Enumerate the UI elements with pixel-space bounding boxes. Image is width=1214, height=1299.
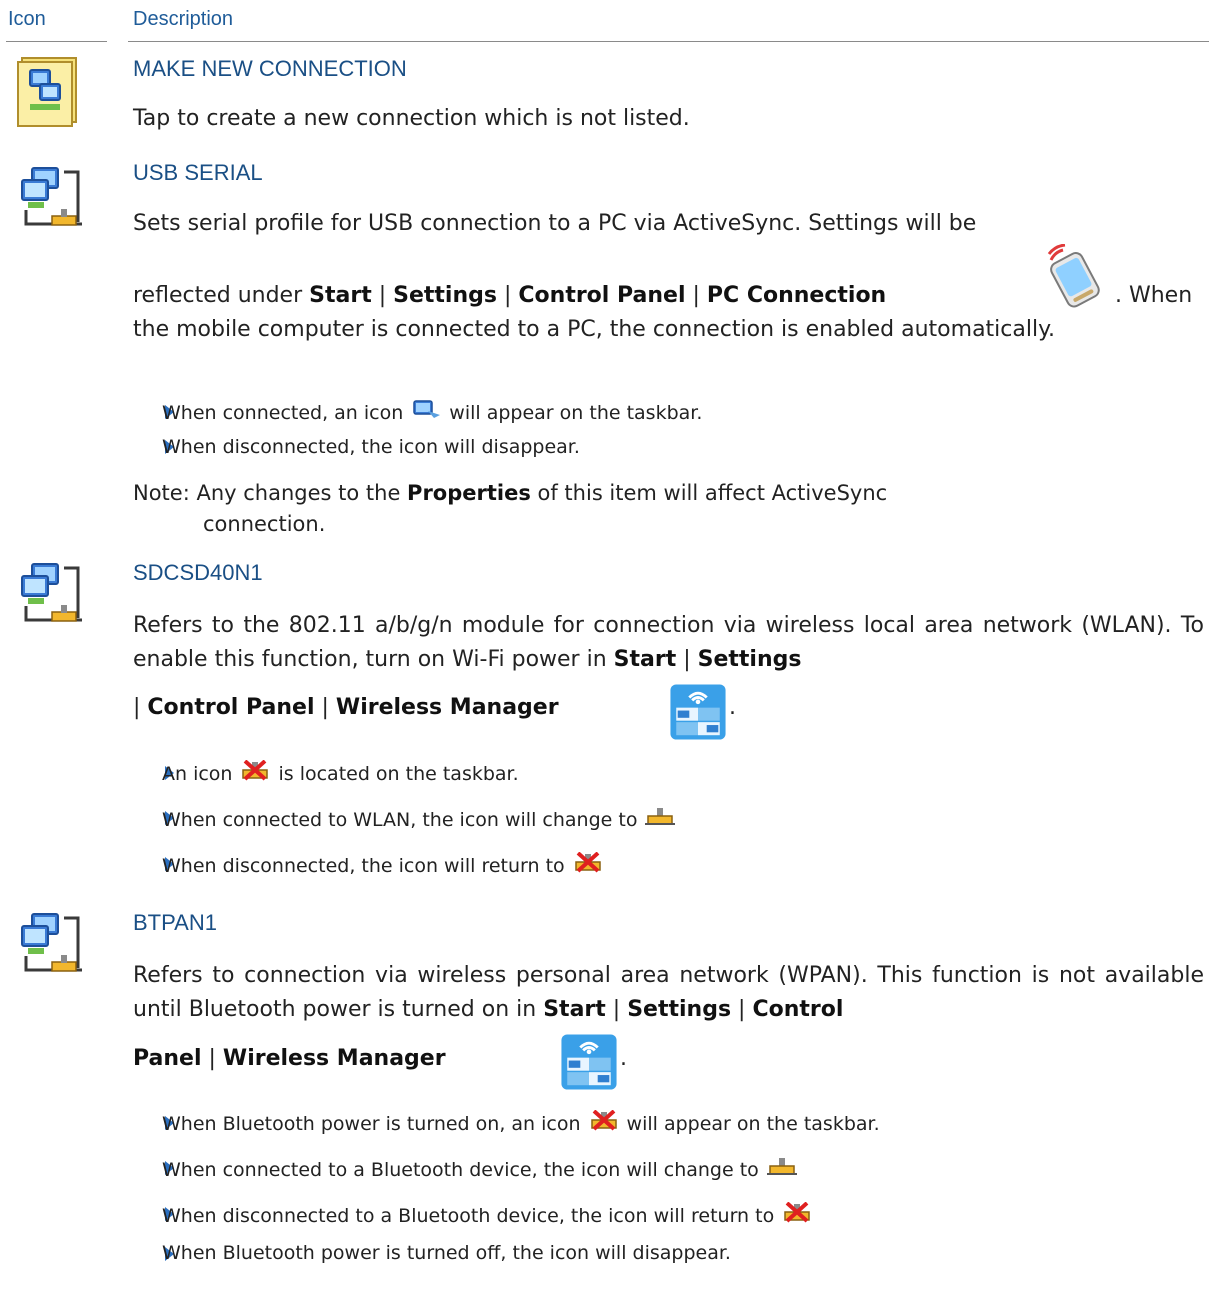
section-title-make-new-connection: MAKE NEW CONNECTION <box>133 56 407 81</box>
header-divider-description-column <box>128 41 1209 42</box>
usb-bullet-connected: When connected, an icon will appear on t… <box>162 399 702 426</box>
usb-note-line-1: Note: Any changes to the Properties of t… <box>133 481 888 505</box>
btpan-bullet-connected: When connected to a Bluetooth device, th… <box>162 1156 805 1183</box>
network-connection-icon <box>18 910 90 987</box>
section-title-sdcsd40n1: SDCSD40N1 <box>133 560 263 585</box>
usb-serial-description-line-2-end: . When <box>1115 283 1193 308</box>
taskbar-disconnected-icon <box>589 1110 619 1137</box>
taskbar-disconnected-icon <box>240 760 270 787</box>
network-connection-icon <box>18 164 90 241</box>
wireless-manager-icon <box>669 683 727 746</box>
btpan-bullet-power-off: When Bluetooth power is turned off, the … <box>162 1242 731 1264</box>
network-wizard-icon <box>16 56 82 133</box>
taskbar-connected-icon <box>645 806 675 833</box>
usb-bullet-disconnected: When disconnected, the icon will disappe… <box>162 436 580 458</box>
btpan1-description: Refers to connection via wireless person… <box>133 963 1204 1022</box>
section-title-usb-serial: USB SERIAL <box>133 160 263 185</box>
btpan1-period: . <box>620 1046 627 1071</box>
section-title-btpan1: BTPAN1 <box>133 910 217 935</box>
sdcsd40n1-description: Refers to the 802.11 a/b/g/n module for … <box>133 613 1204 672</box>
wireless-manager-icon <box>560 1033 618 1096</box>
sdcsd40n1-description-line-3: | Control Panel | Wireless Manager <box>133 695 559 720</box>
usb-note-line-2: connection. <box>203 512 326 536</box>
header-divider-icon-column <box>6 41 107 42</box>
taskbar-disconnected-icon <box>573 852 603 879</box>
btpan-bullet-power-on: When Bluetooth power is turned on, an ic… <box>162 1110 880 1137</box>
pc-connection-icon <box>1041 243 1103 313</box>
make-new-connection-description: Tap to create a new connection which is … <box>133 106 690 131</box>
sdcsd40n1-period: . <box>729 695 736 720</box>
sdcsd-bullet-connected: When connected to WLAN, the icon will ch… <box>162 806 683 833</box>
usb-serial-description-line-1: Sets serial profile for USB connection t… <box>133 211 977 236</box>
taskbar-connected-icon <box>767 1156 797 1183</box>
document-page: Icon Description MAKE NEW CONNECTION Tap… <box>0 0 1214 1299</box>
btpan-bullet-disconnected: When disconnected to a Bluetooth device,… <box>162 1202 820 1229</box>
sdcsd-bullet-disconnected: When disconnected, the icon will return … <box>162 852 611 879</box>
btpan1-description-line-3: Panel | Wireless Manager <box>133 1046 446 1071</box>
taskbar-disconnected-icon <box>782 1202 812 1229</box>
column-header-description: Description <box>133 8 234 30</box>
usb-serial-description-line-2: reflected under Start | Settings | Contr… <box>133 283 887 308</box>
taskbar-sync-icon <box>411 399 441 426</box>
network-connection-icon <box>18 560 90 637</box>
column-header-icon: Icon <box>8 8 46 30</box>
usb-serial-description-line-3: the mobile computer is connected to a PC… <box>133 317 1055 342</box>
sdcsd-bullet-taskbar: An icon is located on the taskbar. <box>162 760 519 787</box>
